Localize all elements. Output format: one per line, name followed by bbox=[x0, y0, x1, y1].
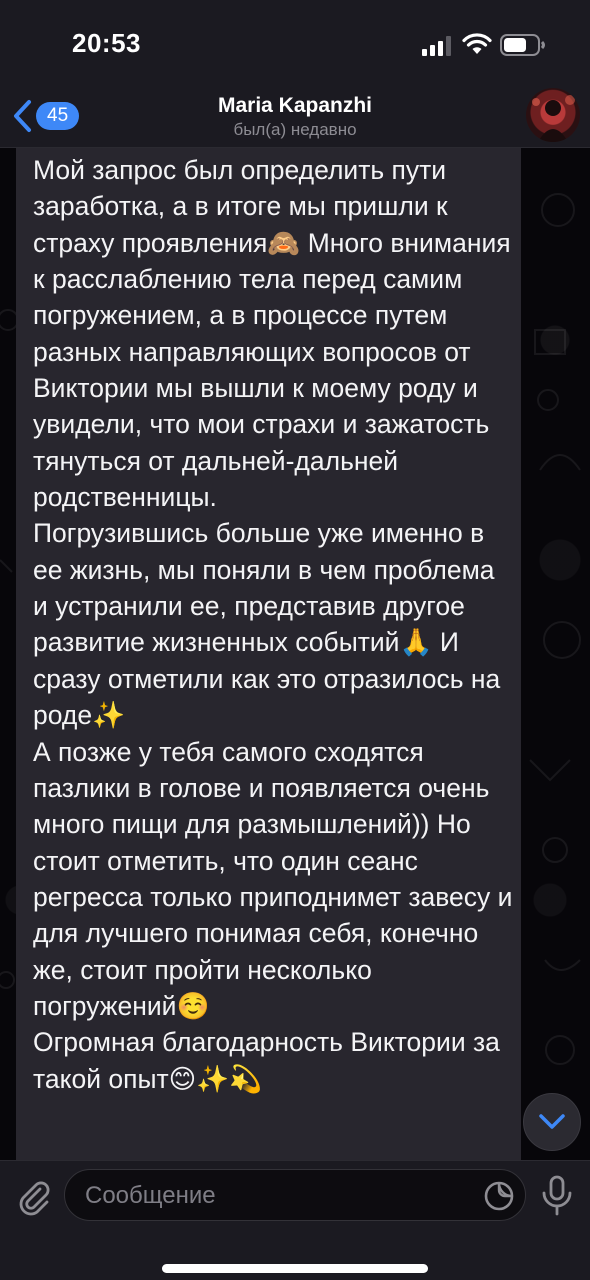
message-text: Мой запрос был определить пути заработка… bbox=[33, 155, 513, 1094]
chat-title[interactable]: Maria Kapanzhi bbox=[0, 94, 590, 118]
message-input[interactable]: Сообщение bbox=[64, 1169, 526, 1221]
sticker-icon[interactable] bbox=[483, 1180, 515, 1212]
wifi-icon bbox=[462, 33, 492, 54]
cellular-signal-icon bbox=[422, 36, 451, 56]
status-time: 20:53 bbox=[72, 28, 141, 58]
microphone-icon[interactable] bbox=[540, 1175, 574, 1217]
avatar[interactable] bbox=[526, 88, 580, 142]
message-composer: Сообщение bbox=[0, 1160, 590, 1280]
battery-icon bbox=[500, 34, 545, 56]
scroll-down-button[interactable] bbox=[523, 1093, 581, 1151]
chat-last-seen: был(а) недавно bbox=[233, 120, 357, 139]
paperclip-icon[interactable] bbox=[14, 1177, 54, 1217]
chat-header: 45 Maria Kapanzhi был(а) недавно bbox=[0, 88, 590, 148]
chevron-down-icon bbox=[539, 1114, 565, 1129]
avatar-photo-icon bbox=[532, 95, 575, 142]
message-bubble[interactable]: Мой запрос был определить пути заработка… bbox=[16, 148, 521, 1160]
status-bar: 20:53 bbox=[0, 0, 590, 88]
message-input-placeholder: Сообщение bbox=[85, 1182, 216, 1209]
home-indicator[interactable] bbox=[162, 1264, 428, 1273]
